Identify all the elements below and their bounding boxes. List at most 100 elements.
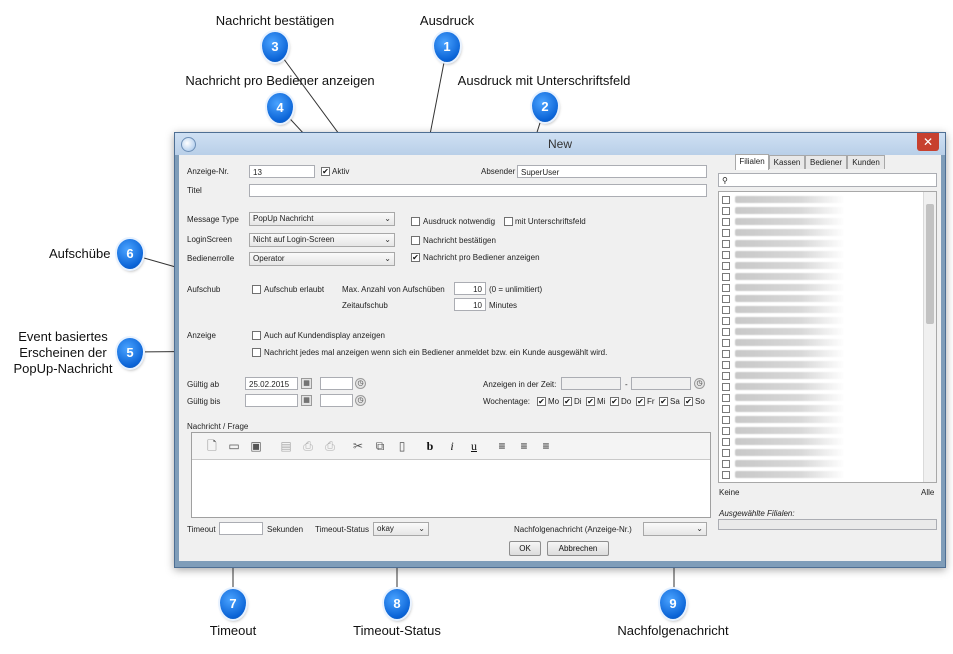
zeitaufschub-input[interactable]: 10 bbox=[454, 298, 486, 311]
mit-unterschriftsfeld-label: mit Unterschriftsfeld bbox=[515, 217, 586, 226]
align-left-icon[interactable]: ≡ bbox=[494, 438, 510, 454]
list-item-checkbox[interactable] bbox=[722, 196, 730, 204]
max-aufschuebe-input[interactable]: 10 bbox=[454, 282, 486, 295]
bold-icon[interactable]: b bbox=[422, 438, 438, 454]
calendar-icon[interactable]: ▦ bbox=[301, 378, 312, 389]
gueltig-ab-input[interactable]: 25.02.2015 bbox=[245, 377, 298, 390]
clock-icon[interactable]: ◷ bbox=[694, 378, 705, 389]
jedes-mal-checkbox[interactable] bbox=[252, 348, 261, 357]
list-item-checkbox[interactable] bbox=[722, 405, 730, 413]
close-button[interactable]: ✕ bbox=[917, 133, 939, 151]
tab-kassen[interactable]: Kassen bbox=[769, 155, 805, 169]
align-center-icon[interactable]: ≡ bbox=[516, 438, 532, 454]
list-item-checkbox[interactable] bbox=[722, 339, 730, 347]
list-item-checkbox[interactable] bbox=[722, 328, 730, 336]
list-item-checkbox[interactable] bbox=[722, 427, 730, 435]
nachfolge-select[interactable]: ⌄ bbox=[643, 522, 707, 536]
list-item-checkbox[interactable] bbox=[722, 218, 730, 226]
list-item-checkbox[interactable] bbox=[722, 460, 730, 468]
list-item-checkbox[interactable] bbox=[722, 350, 730, 358]
tab-filialen[interactable]: Filialen bbox=[735, 154, 769, 170]
alle-link[interactable]: Alle bbox=[921, 488, 934, 497]
preview-icon[interactable]: ▤ bbox=[278, 438, 294, 454]
list-item-checkbox[interactable] bbox=[722, 372, 730, 380]
open-folder-icon[interactable]: ▭ bbox=[226, 438, 242, 454]
keine-link[interactable]: Keine bbox=[719, 488, 739, 497]
calendar-icon[interactable]: ▦ bbox=[301, 395, 312, 406]
list-scrollbar[interactable] bbox=[923, 192, 936, 482]
day-sa-checkbox[interactable]: ✔ bbox=[659, 397, 668, 406]
cut-icon[interactable]: ✂ bbox=[350, 438, 366, 454]
copy-icon[interactable]: ⧉ bbox=[372, 438, 388, 454]
align-right-icon[interactable]: ≡ bbox=[538, 438, 554, 454]
list-item-checkbox[interactable] bbox=[722, 295, 730, 303]
italic-icon[interactable]: i bbox=[444, 438, 460, 454]
list-item-checkbox[interactable] bbox=[722, 262, 730, 270]
search-icon: ⚲ bbox=[722, 176, 728, 185]
window-title: New bbox=[547, 137, 572, 151]
day-mo-checkbox[interactable]: ✔ bbox=[537, 397, 546, 406]
print-setup-icon[interactable]: ⎙ bbox=[322, 438, 338, 454]
list-item-checkbox[interactable] bbox=[722, 229, 730, 237]
ok-button[interactable]: OK bbox=[509, 541, 541, 556]
list-item-checkbox[interactable] bbox=[722, 471, 730, 479]
loginscreen-select[interactable]: Nicht auf Login-Screen ⌄ bbox=[249, 233, 395, 247]
clock-icon[interactable]: ◷ bbox=[355, 395, 366, 406]
aufschub-erlaubt-checkbox[interactable] bbox=[252, 285, 261, 294]
mit-unterschriftsfeld-checkbox[interactable] bbox=[504, 217, 513, 226]
filter-search-input[interactable]: ⚲ bbox=[718, 173, 937, 187]
filialen-list[interactable] bbox=[718, 191, 937, 483]
tab-kunden[interactable]: Kunden bbox=[847, 155, 885, 169]
list-item-checkbox[interactable] bbox=[722, 273, 730, 281]
kundendisplay-checkbox[interactable] bbox=[252, 331, 261, 340]
list-item-checkbox[interactable] bbox=[722, 394, 730, 402]
list-item-label bbox=[735, 383, 845, 390]
save-icon[interactable]: ▣ bbox=[248, 438, 264, 454]
day-so-checkbox[interactable]: ✔ bbox=[684, 397, 693, 406]
day-di-checkbox[interactable]: ✔ bbox=[563, 397, 572, 406]
timeout-status-select[interactable]: okay ⌄ bbox=[373, 522, 429, 536]
abbrechen-button[interactable]: Abbrechen bbox=[547, 541, 609, 556]
paste-icon[interactable]: ▯ bbox=[394, 438, 410, 454]
scrollbar-thumb[interactable] bbox=[926, 204, 934, 324]
list-item-checkbox[interactable] bbox=[722, 416, 730, 424]
absender-input[interactable]: SuperUser bbox=[517, 165, 707, 178]
tab-bediener[interactable]: Bediener bbox=[805, 155, 847, 169]
list-item-checkbox[interactable] bbox=[722, 438, 730, 446]
list-item-checkbox[interactable] bbox=[722, 207, 730, 215]
gueltig-bis-time-input[interactable] bbox=[320, 394, 353, 407]
bedienerrolle-select[interactable]: Operator ⌄ bbox=[249, 252, 395, 266]
message-type-select[interactable]: PopUp Nachricht ⌄ bbox=[249, 212, 395, 226]
ausdruck-notwendig-checkbox[interactable] bbox=[411, 217, 420, 226]
list-item-label bbox=[735, 405, 845, 412]
list-item-checkbox[interactable] bbox=[722, 317, 730, 325]
list-item-checkbox[interactable] bbox=[722, 251, 730, 259]
list-item-checkbox[interactable] bbox=[722, 284, 730, 292]
day-do-checkbox[interactable]: ✔ bbox=[610, 397, 619, 406]
callout-badge-2: 2 bbox=[532, 92, 558, 122]
aktiv-checkbox[interactable]: ✔ bbox=[321, 167, 330, 176]
timeout-input[interactable] bbox=[219, 522, 263, 535]
callout-badge-9: 9 bbox=[660, 589, 686, 619]
titel-input[interactable] bbox=[249, 184, 707, 197]
gueltig-bis-input[interactable] bbox=[245, 394, 298, 407]
list-item-checkbox[interactable] bbox=[722, 240, 730, 248]
list-item-checkbox[interactable] bbox=[722, 306, 730, 314]
new-doc-icon[interactable]: 🗋 bbox=[204, 438, 220, 454]
zeit-von-input[interactable] bbox=[561, 377, 621, 390]
day-fr-label: Fr bbox=[647, 397, 655, 406]
underline-icon[interactable]: u bbox=[466, 438, 482, 454]
day-fr-checkbox[interactable]: ✔ bbox=[636, 397, 645, 406]
list-item-checkbox[interactable] bbox=[722, 361, 730, 369]
gueltig-ab-time-input[interactable] bbox=[320, 377, 353, 390]
list-item-checkbox[interactable] bbox=[722, 449, 730, 457]
print-icon[interactable]: ⎙ bbox=[300, 438, 316, 454]
clock-icon[interactable]: ◷ bbox=[355, 378, 366, 389]
zeit-bis-input[interactable] bbox=[631, 377, 691, 390]
day-mi-checkbox[interactable]: ✔ bbox=[586, 397, 595, 406]
nachricht-bestaetigen-checkbox[interactable] bbox=[411, 236, 420, 245]
list-item-checkbox[interactable] bbox=[722, 383, 730, 391]
nachricht-pro-bediener-checkbox[interactable]: ✔ bbox=[411, 253, 420, 262]
nachricht-bestaetigen-label: Nachricht bestätigen bbox=[423, 236, 496, 245]
anzeige-nr-input[interactable]: 13 bbox=[249, 165, 315, 178]
